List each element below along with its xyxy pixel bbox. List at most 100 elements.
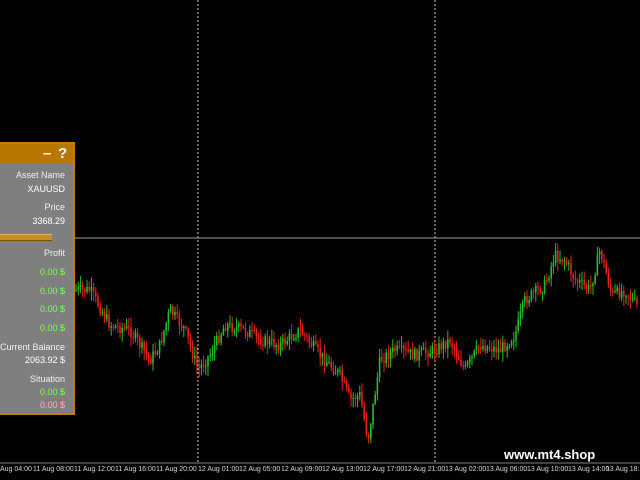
asset-name-label: Asset Name [15,170,65,180]
time-axis-label: 12 Aug 13:00 [322,466,364,473]
candle-body [112,326,115,328]
candle-body [295,337,297,340]
candle-body [462,365,464,367]
candle-body [495,346,497,353]
candle-body [143,342,145,351]
candle-body [207,356,209,367]
candle-body [614,290,616,292]
candle-body [194,355,196,359]
candle-body [524,296,526,303]
price-chart[interactable] [0,0,640,480]
candle-body [334,372,337,374]
candle-body [198,366,200,368]
candle-body [183,326,185,329]
time-axis-label: 13 Aug 10:00 [527,466,569,473]
candle-body [108,314,110,328]
candle-body [114,325,117,328]
candle-body [224,328,227,331]
candle-body [260,339,262,345]
panel-header[interactable]: – ? [0,144,73,164]
candle-body [374,394,376,405]
time-axis-label: 11 Aug 08:00 [33,466,74,473]
price-value: 3368.29 [32,216,65,226]
candle-body [539,288,541,294]
candle-body [477,346,480,348]
candle-body [246,333,249,337]
candle-body [354,397,357,400]
current-balance-value: 2063.92 $ [24,355,65,365]
time-axis-label: 13 Aug 06:00 [486,466,528,473]
candle-body [345,381,348,388]
candle-body [493,346,495,352]
candle-body [229,323,231,325]
candle-body [480,347,482,350]
candle-body [299,328,302,330]
candle-body [433,346,436,354]
candle-body [607,273,610,285]
candle-body [99,306,101,314]
candle-body [497,348,500,353]
candle-body [458,356,460,360]
candle-body [242,326,244,328]
candle-body [526,296,528,304]
candle-body [425,348,427,354]
minimize-button[interactable]: – [43,144,51,163]
candle-body [317,343,319,348]
candle-body [176,312,178,314]
candle-body [546,280,548,282]
candle-body [603,259,605,263]
candle-body [376,377,379,395]
candle-body [488,346,491,349]
candle-body [209,355,211,357]
candle-body [506,346,508,351]
candle-body [623,291,625,297]
help-button[interactable]: ? [58,144,67,163]
candle-body [323,353,326,366]
candle-body [174,312,176,316]
candle-body [315,341,317,344]
candle-body [568,263,570,265]
profit-value: 0.00 $ [39,304,65,314]
candle-body [277,345,280,351]
candle-body [319,347,321,358]
candle-body [515,331,517,341]
candle-body [464,365,467,367]
panel-slider[interactable] [0,234,52,241]
candle-body [596,254,599,275]
time-axis-label: 12 Aug 09:00 [281,466,323,473]
candle-body [350,392,352,399]
candle-body [165,323,167,331]
candle-body [238,323,240,327]
candle-body [81,284,84,289]
candle-body [167,312,170,324]
candle-body [455,349,458,357]
candle-body [191,345,194,359]
candle-body [543,280,546,293]
candle-body [233,331,236,333]
candle-body [262,344,264,347]
candle-body [418,350,420,361]
candle-body [128,326,130,327]
candle-body [130,326,132,338]
candle-body [139,338,141,348]
watermark: www.mt4.shop [504,447,596,462]
time-axis-label: 13 Aug 18: [606,466,640,473]
candle-body [84,288,86,292]
candle-body [519,311,522,319]
candle-body [101,312,104,314]
time-axis: Aug 04:00 11 Aug 08:00 11 Aug 12:00 11 A… [0,463,640,480]
candle-body [383,361,385,363]
candle-body [189,337,192,346]
situation-value: 0.00 $ [39,387,65,397]
candle-body [552,263,555,267]
candle-body [339,369,341,371]
candle-body [123,328,126,329]
candle-body [381,356,383,362]
situation-value: 0.00 $ [39,400,65,410]
candle-body [460,359,462,366]
candle-body [398,345,401,347]
candle-body [605,262,607,274]
candle-body [396,345,398,351]
candle-body [365,418,368,435]
candle-body [86,286,88,292]
